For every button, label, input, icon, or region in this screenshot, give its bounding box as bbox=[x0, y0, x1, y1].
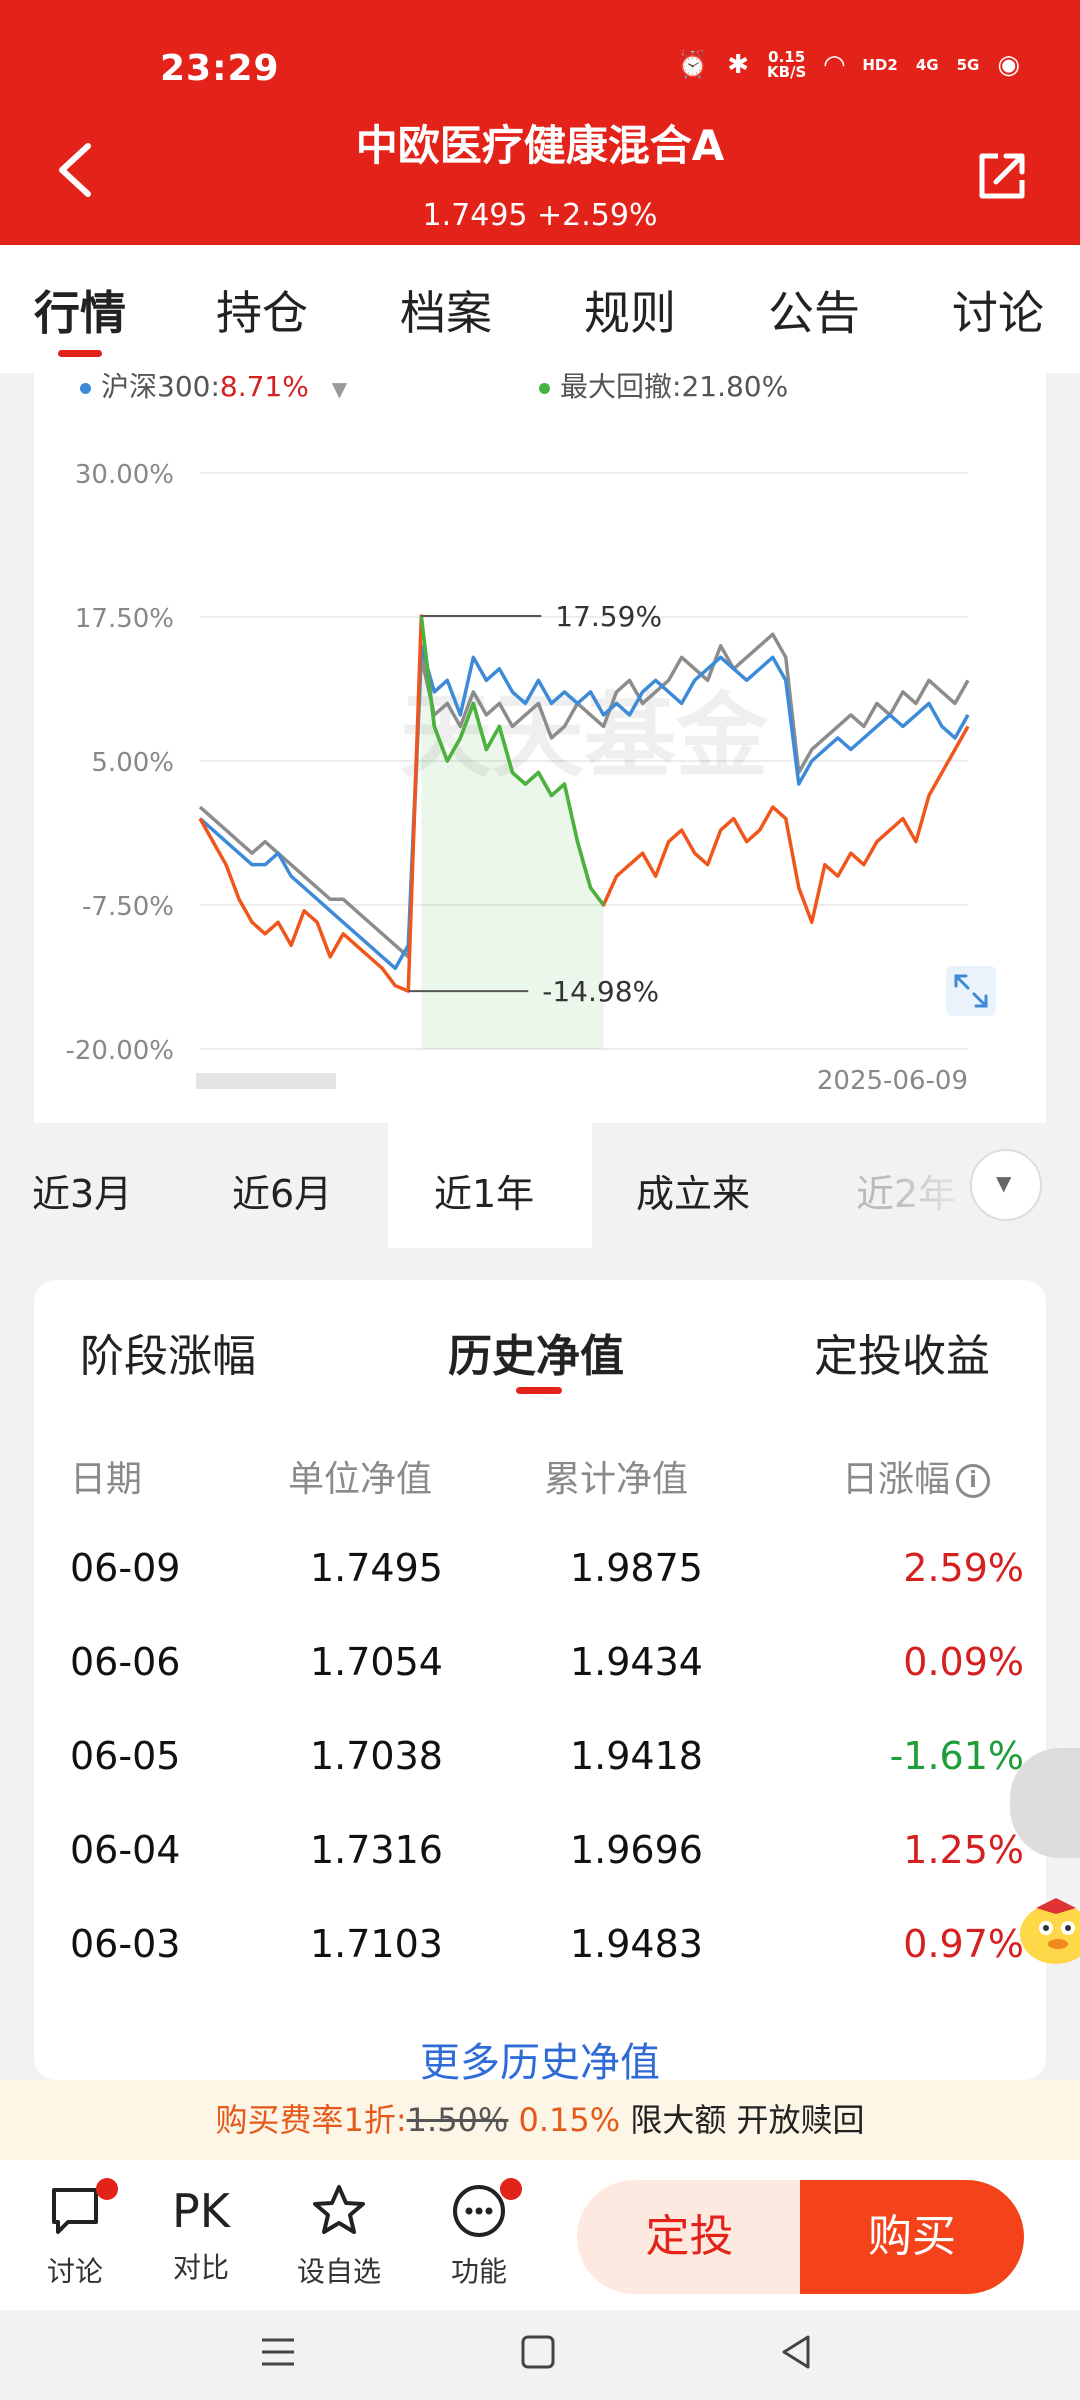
add-watchlist-button[interactable]: 设自选 bbox=[284, 2182, 394, 2290]
performance-chart[interactable]: 30.00%17.50%5.00%-7.50%-20.00%天天基金2025-0… bbox=[34, 373, 1046, 1113]
dingtou-button[interactable]: 定投 bbox=[577, 2180, 802, 2294]
info-icon[interactable]: i bbox=[956, 1464, 991, 1498]
cell-daily-change: 0.97% bbox=[903, 1922, 1024, 1966]
discuss-button[interactable]: 讨论 bbox=[20, 2178, 130, 2290]
top-bar: 23:29 ⏰ ✱ 0.15 KB/S ◠ HD2 4G 5G ◉ 中欧医疗健康… bbox=[0, 0, 1080, 245]
nav-card: 阶段涨幅 历史净值 定投收益 日期 单位净值 累计净值 日涨幅 i 06-09 1.… bbox=[34, 1280, 1046, 2080]
hd-badge: HD2 bbox=[862, 55, 898, 74]
cell-date: 06-09 bbox=[70, 1546, 181, 1590]
cell-date: 06-05 bbox=[70, 1734, 181, 1778]
functions-button[interactable]: 功能 bbox=[424, 2178, 534, 2290]
cell-unit-nav: 1.7103 bbox=[310, 1922, 443, 1966]
more-history-link[interactable]: 更多历史净值 bbox=[34, 2030, 1046, 2080]
max-annotation: 17.59% bbox=[555, 600, 662, 633]
tab-rules[interactable]: 规则 bbox=[584, 277, 676, 343]
cell-unit-nav: 1.7054 bbox=[310, 1640, 443, 1684]
cell-daily-change: -1.61% bbox=[889, 1734, 1024, 1778]
buy-button[interactable]: 购买 bbox=[800, 2180, 1024, 2294]
pk-icon: PK bbox=[172, 2184, 230, 2238]
battery-icon: ◉ bbox=[997, 50, 1020, 80]
bluetooth-icon: ✱ bbox=[727, 50, 750, 80]
star-icon bbox=[313, 2185, 365, 2234]
th-acc-nav: 累计净值 bbox=[544, 1459, 689, 1500]
signal-4g: 4G bbox=[915, 55, 939, 74]
fullscreen-icon[interactable] bbox=[946, 966, 996, 1016]
cell-acc-nav: 1.9696 bbox=[570, 1828, 703, 1872]
chevron-down-icon: ▼ bbox=[996, 1171, 1012, 1195]
wifi-icon: ◠ bbox=[824, 50, 845, 80]
tab-discuss[interactable]: 讨论 bbox=[952, 277, 1044, 343]
cell-date: 06-03 bbox=[70, 1922, 181, 1966]
back-nav-icon[interactable] bbox=[776, 2332, 816, 2372]
menu-icon[interactable] bbox=[258, 2332, 298, 2372]
notification-dot bbox=[96, 2178, 118, 2200]
nav-summary: 1.7495 +2.59% bbox=[422, 198, 658, 233]
cell-unit-nav: 1.7316 bbox=[310, 1828, 443, 1872]
cell-unit-nav: 1.7495 bbox=[310, 1546, 443, 1590]
period-6m[interactable]: 近6月 bbox=[232, 1163, 332, 1218]
cell-acc-nav: 1.9875 bbox=[570, 1546, 703, 1590]
cell-date: 06-06 bbox=[70, 1640, 181, 1684]
y-tick-label: -7.50% bbox=[82, 892, 174, 922]
period-more-button[interactable]: ▼ bbox=[970, 1149, 1042, 1221]
home-icon[interactable] bbox=[518, 2332, 558, 2372]
seg-dingtou-return[interactable]: 定投收益 bbox=[814, 1320, 990, 1384]
period-fade bbox=[890, 1123, 980, 1248]
main-tabs: 行情 持仓 档案 规则 公告 讨论 bbox=[0, 245, 1080, 373]
y-tick-label: 30.00% bbox=[75, 460, 174, 490]
tab-market[interactable]: 行情 bbox=[34, 277, 126, 343]
th-date: 日期 bbox=[70, 1459, 143, 1500]
y-tick-label: 5.00% bbox=[91, 748, 174, 778]
tab-underline bbox=[58, 350, 102, 357]
table-row[interactable]: 06-09 1.7495 1.9875 2.59% bbox=[34, 1522, 1046, 1616]
table-row[interactable]: 06-03 1.7103 1.9483 0.97% bbox=[34, 1898, 1046, 1992]
compare-button[interactable]: PK 对比 bbox=[146, 2182, 256, 2286]
cell-acc-nav: 1.9418 bbox=[570, 1734, 703, 1778]
y-tick-label: 17.50% bbox=[75, 604, 174, 634]
cell-date: 06-04 bbox=[70, 1828, 181, 1872]
period-3m[interactable]: 近3月 bbox=[32, 1163, 132, 1218]
tab-holdings[interactable]: 持仓 bbox=[216, 277, 308, 343]
tab-profile[interactable]: 档案 bbox=[400, 277, 492, 343]
network-speed: 0.15 KB/S bbox=[767, 48, 807, 81]
period-selector: 近3月 近6月 近1年 成立来 近2年 ▼ bbox=[0, 1123, 1080, 1253]
alarm-icon: ⏰ bbox=[676, 50, 710, 80]
period-1y[interactable]: 近1年 bbox=[434, 1163, 534, 1218]
table-row[interactable]: 06-05 1.7038 1.9418 -1.61% bbox=[34, 1710, 1046, 1804]
signal-5g: 5G bbox=[956, 55, 980, 74]
cell-daily-change: 2.59% bbox=[903, 1546, 1024, 1590]
share-icon[interactable] bbox=[974, 148, 1030, 204]
notification-dot bbox=[500, 2178, 522, 2200]
bottom-action-bar: 讨论 PK 对比 设自选 功能 定投 购买 bbox=[0, 2160, 1080, 2310]
mascot-icon[interactable] bbox=[1012, 1868, 1080, 1968]
cell-daily-change: 1.25% bbox=[903, 1828, 1024, 1872]
cell-acc-nav: 1.9434 bbox=[570, 1640, 703, 1684]
system-nav-bar bbox=[0, 2310, 1080, 2400]
cell-unit-nav: 1.7038 bbox=[310, 1734, 443, 1778]
tab-notices[interactable]: 公告 bbox=[768, 277, 860, 343]
seg-underline bbox=[516, 1387, 562, 1394]
table-row[interactable]: 06-06 1.7054 1.9434 0.09% bbox=[34, 1616, 1046, 1710]
th-unit-nav: 单位净值 bbox=[288, 1459, 433, 1500]
y-tick-label: -20.00% bbox=[65, 1036, 174, 1066]
x-start-label-blur bbox=[196, 1073, 336, 1089]
seg-history-nav[interactable]: 历史净值 bbox=[448, 1320, 624, 1384]
status-icons: ⏰ ✱ 0.15 KB/S ◠ HD2 4G 5G ◉ bbox=[676, 48, 1020, 81]
min-annotation: -14.98% bbox=[542, 975, 659, 1008]
cell-daily-change: 0.09% bbox=[903, 1640, 1024, 1684]
fee-promo-banner[interactable]: 购买费率1折:1.50% 0.15% 限大额 开放赎回 bbox=[0, 2080, 1080, 2160]
chart-card: 沪深300:8.71% ▼ 最大回撤:21.80% 30.00% 17.50% 5.… bbox=[34, 373, 1046, 1123]
table-row[interactable]: 06-04 1.7316 1.9696 1.25% bbox=[34, 1804, 1046, 1898]
seg-stage-return[interactable]: 阶段涨幅 bbox=[80, 1320, 256, 1384]
status-time: 23:29 bbox=[160, 48, 280, 89]
page-title: 中欧医疗健康混合A bbox=[355, 121, 725, 170]
th-daily-change: 日涨幅 i bbox=[842, 1450, 991, 1502]
cell-acc-nav: 1.9483 bbox=[570, 1922, 703, 1966]
period-since-inception[interactable]: 成立来 bbox=[636, 1163, 750, 1218]
x-end-label: 2025-06-09 bbox=[817, 1066, 968, 1096]
